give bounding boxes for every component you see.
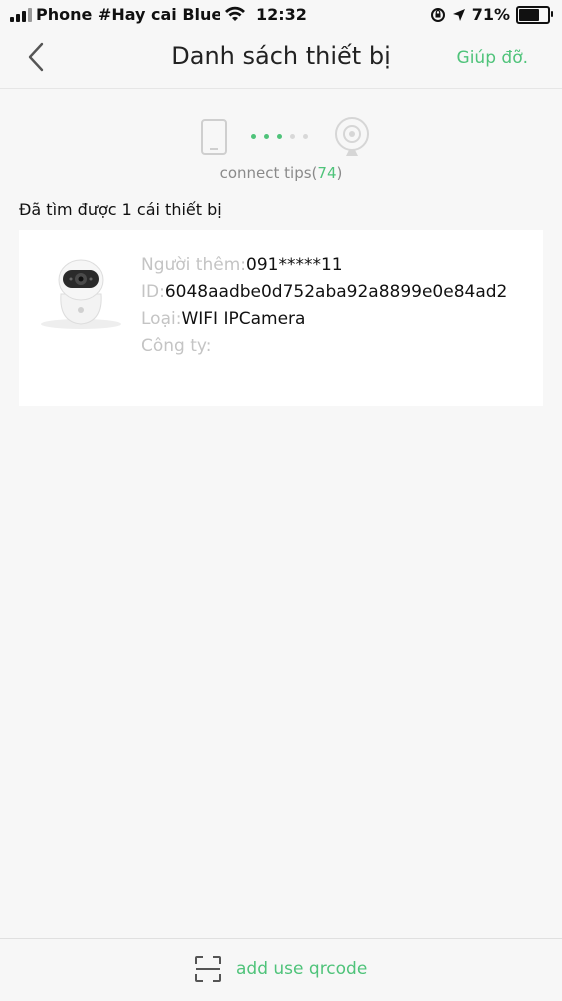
progress-dot-inactive (303, 134, 308, 139)
screen-rotation-lock-icon (430, 7, 445, 22)
battery-fill (519, 8, 539, 21)
added-by-value: 091*****11 (246, 255, 343, 275)
found-devices-heading: Đã tìm được 1 cái thiết bị (19, 200, 222, 219)
navigation-bar: Danh sách thiết bị Giúp đỡ. (0, 30, 562, 89)
add-use-qrcode-button[interactable]: add use qrcode (194, 955, 367, 983)
cellular-signal-icon (10, 8, 32, 22)
device-id-label: ID: (141, 282, 165, 302)
device-type-row: Loại:WIFI IPCamera (141, 306, 507, 333)
connect-tips-link[interactable]: connect tips(74) (0, 164, 562, 182)
progress-dot-active (251, 134, 256, 139)
battery-percent: 71% (471, 5, 510, 24)
location-arrow-icon (452, 8, 465, 21)
device-card[interactable]: Người thêm:091*****11 ID:6048aadbe0d752a… (19, 230, 543, 406)
company-label: Công ty: (141, 336, 212, 356)
status-bar: Phone #Hay cai Bluezo 12:32 71% (0, 0, 562, 30)
clock: 12:32 (256, 5, 307, 24)
camera-device-image (41, 259, 121, 329)
device-id-value: 6048aadbe0d752aba92a8899e0e84ad2 (164, 282, 508, 302)
wifi-icon (225, 6, 245, 21)
added-by-label: Người thêm: (141, 255, 246, 275)
device-info: Người thêm:091*****11 ID:6048aadbe0d752a… (141, 252, 507, 360)
help-button[interactable]: Giúp đỡ. (457, 48, 528, 68)
qr-scan-icon (195, 956, 221, 982)
company-row: Công ty: (141, 333, 507, 360)
progress-dot-active (277, 134, 282, 139)
connect-tips-label: connect tips( (219, 164, 318, 182)
device-type-value: WIFI IPCamera (181, 309, 306, 329)
phone-icon (201, 119, 227, 155)
bottom-bar: add use qrcode (0, 938, 562, 1001)
status-right-group: 71% (430, 5, 553, 24)
progress-dot-inactive (290, 134, 295, 139)
camera-icon (335, 117, 369, 156)
device-id-row: ID:6048aadbe0d752aba92a8899e0e84ad2 (141, 279, 507, 306)
battery-icon (516, 5, 553, 24)
connect-tips-close: ) (336, 164, 343, 182)
connect-tips[interactable]: connect tips(74) (0, 112, 562, 192)
progress-dot-active (264, 134, 269, 139)
connect-tips-count: 74 (317, 164, 337, 182)
progress-dots (251, 134, 308, 139)
carrier-name: Phone #Hay cai Bluezo (36, 5, 220, 24)
qr-button-label: add use qrcode (236, 959, 368, 979)
added-by-row: Người thêm:091*****11 (141, 252, 507, 279)
device-type-label: Loại: (141, 309, 182, 329)
